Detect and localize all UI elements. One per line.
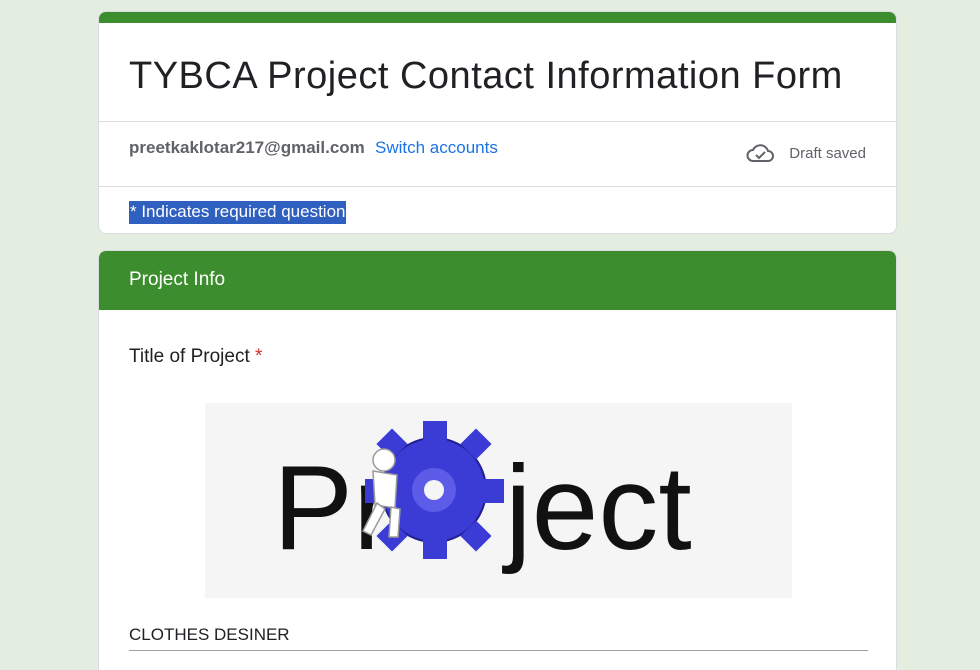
draft-status-label: Draft saved [789, 144, 866, 162]
draft-status: Draft saved [745, 142, 866, 164]
question-label: Title of Project [129, 346, 250, 367]
required-asterisk: * [255, 346, 263, 367]
section-header: Project Info [99, 251, 896, 310]
form-header-card: TYBCA Project Contact Information Form p… [98, 11, 897, 234]
header-accent-bar [99, 12, 896, 23]
project-info-section: Project Info Title of Project * Pr ject [98, 250, 897, 670]
project-image: Pr ject [205, 403, 792, 598]
account-email: preetkaklotar217@gmail.com [129, 138, 365, 157]
answer-underline [129, 650, 868, 651]
required-note: * Indicates required question [129, 201, 347, 224]
account-row: preetkaklotar217@gmail.com Switch accoun… [99, 122, 896, 186]
project-illustration: Pr ject [273, 421, 692, 575]
answer-text[interactable]: CLOTHES DESINER [129, 625, 290, 645]
image-text-ject: ject [502, 441, 692, 575]
cloud-check-icon [746, 144, 775, 162]
question-title-of-project: Title of Project * [129, 346, 262, 368]
required-row: * Indicates required question [99, 187, 896, 233]
section-title: Project Info [129, 269, 226, 290]
form-title: TYBCA Project Contact Information Form [129, 55, 843, 97]
switch-accounts-link[interactable]: Switch accounts [375, 138, 498, 158]
